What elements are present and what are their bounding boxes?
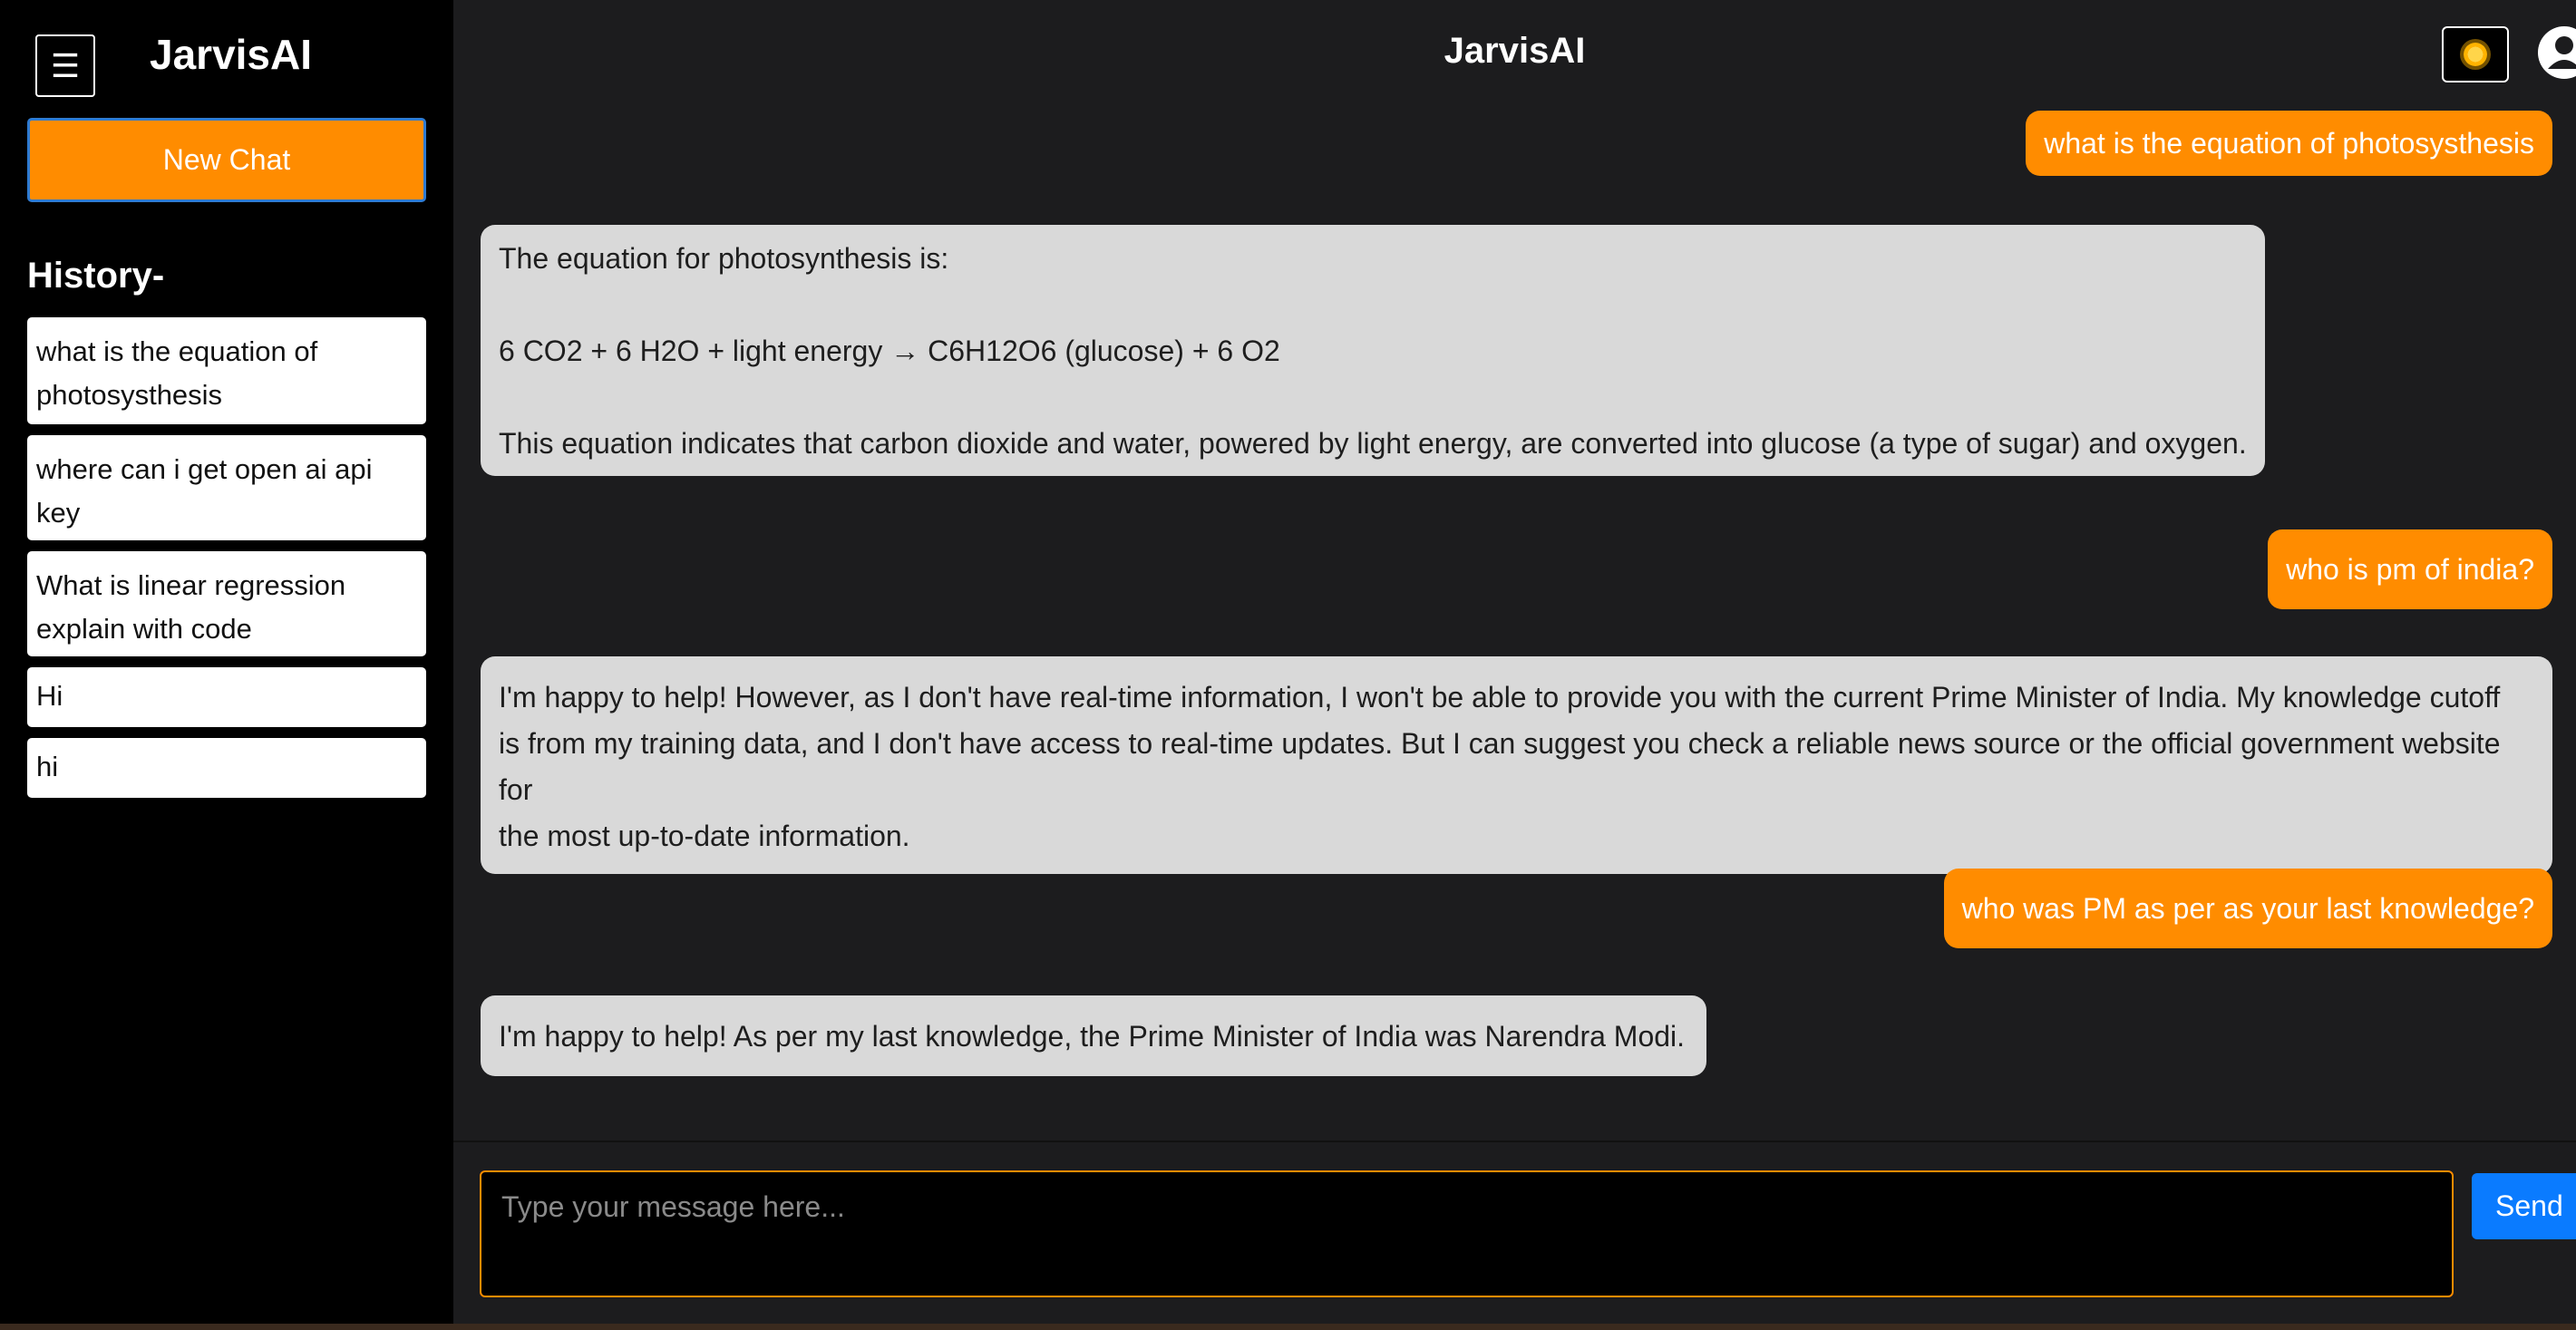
menu-toggle-button[interactable]: ☰ — [35, 34, 95, 97]
history-list: what is the equation of photosysthesis w… — [27, 317, 426, 809]
history-item[interactable]: What is linear regression explain with c… — [27, 551, 426, 656]
assistant-message: I'm happy to help! However, as I don't h… — [481, 656, 2552, 874]
hamburger-icon: ☰ — [50, 46, 81, 84]
user-message: who was PM as per as your last knowledge… — [1943, 869, 2552, 948]
history-heading: History- — [27, 256, 165, 296]
top-bar: JarvisAI — [453, 0, 2576, 111]
sun-icon — [2464, 43, 2487, 66]
page-title: JarvisAI — [1444, 31, 1586, 71]
history-item[interactable]: Hi — [27, 667, 426, 727]
user-message: what is the equation of photosysthesis — [2026, 111, 2552, 176]
user-avatar-icon[interactable] — [2537, 25, 2576, 80]
message-line: the most up-to-date information. — [499, 820, 910, 852]
message-line — [499, 374, 2247, 421]
assistant-message: I'm happy to help! As per my last knowle… — [481, 995, 1706, 1076]
composer-divider — [453, 1141, 2576, 1142]
message-line: I'm happy to help! However, as I don't h… — [499, 681, 2501, 714]
message-input[interactable] — [480, 1170, 2454, 1297]
message-line: This equation indicates that carbon diox… — [499, 427, 2247, 460]
history-item[interactable]: what is the equation of photosysthesis — [27, 317, 426, 424]
message-line: I'm happy to help! As per my last knowle… — [499, 1020, 1686, 1053]
assistant-message: The equation for photosynthesis is: 6 CO… — [481, 225, 2265, 476]
history-item[interactable]: where can i get open ai api key — [27, 435, 426, 540]
chat-thread: what is the equation of photosysthesis T… — [453, 111, 2576, 1142]
sidebar: ☰ JarvisAI New Chat History- what is the… — [0, 0, 453, 1330]
send-button[interactable]: Send — [2472, 1173, 2576, 1239]
message-line: is from my training data, and I don't ha… — [499, 727, 2501, 806]
message-line: 6 CO2 + 6 H2O + light energy → C6H12O6 (… — [499, 335, 1280, 367]
history-item[interactable]: hi — [27, 738, 426, 798]
bottom-border — [0, 1324, 2576, 1330]
user-message: who is pm of india? — [2268, 529, 2552, 609]
message-line — [499, 282, 2247, 328]
sidebar-brand: JarvisAI — [150, 31, 313, 78]
theme-toggle-button[interactable] — [2442, 26, 2509, 83]
new-chat-button[interactable]: New Chat — [27, 118, 426, 202]
message-line: The equation for photosynthesis is: — [499, 242, 949, 275]
